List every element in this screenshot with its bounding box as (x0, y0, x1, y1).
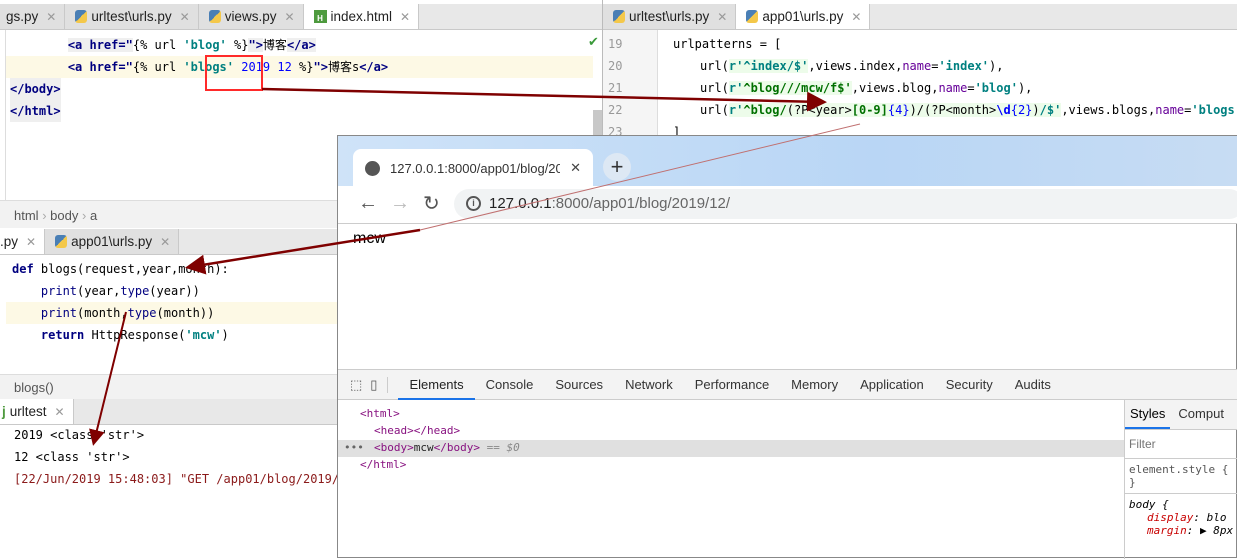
annotation-arrows (89, 87, 861, 446)
arrow-view-to-output (89, 311, 127, 446)
arrow-pattern-to-view-thin (419, 123, 861, 231)
arrow-args-to-pattern (261, 87, 827, 112)
arrow-pattern-to-view (185, 228, 421, 275)
